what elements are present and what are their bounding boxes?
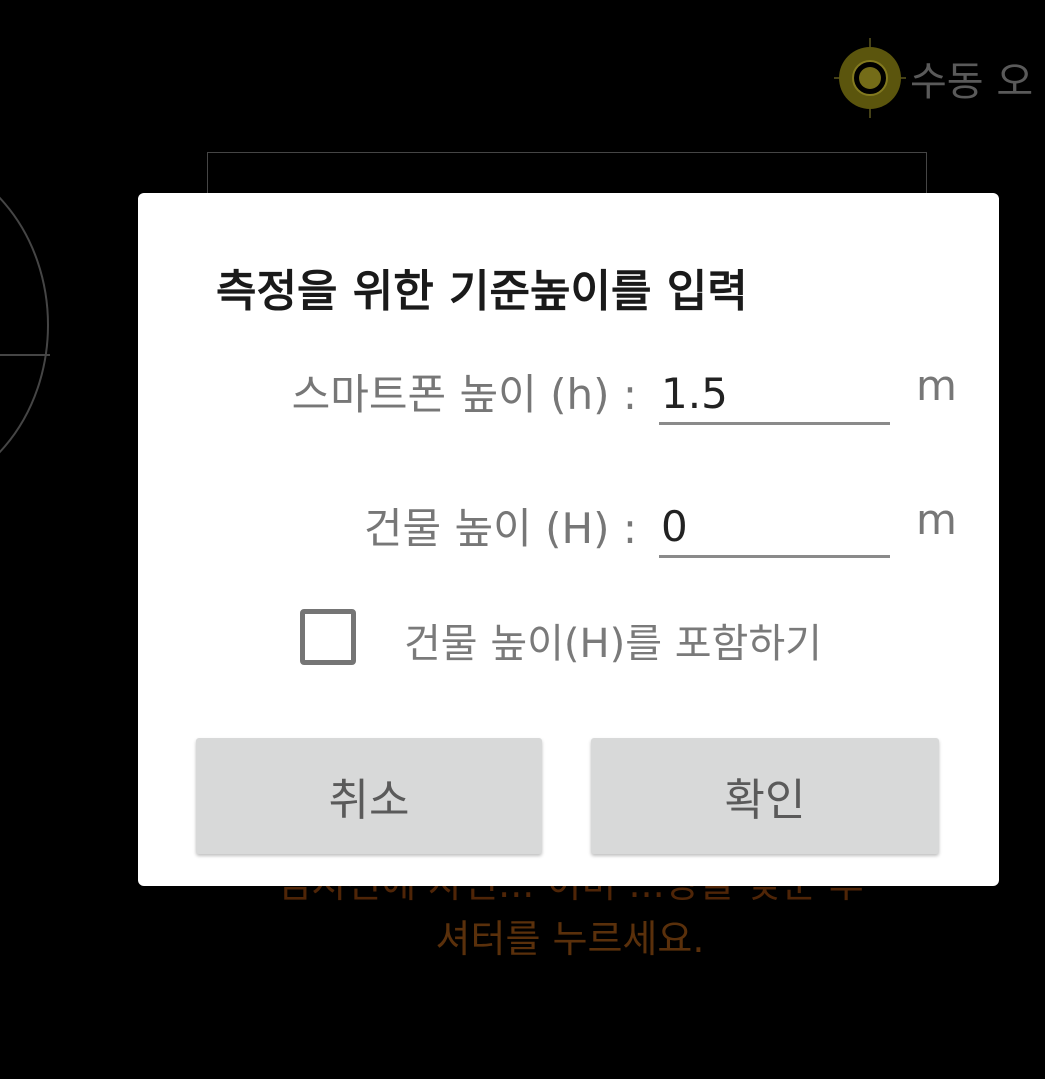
include-building-label[interactable]: 건물 높이(H)를 포함하기 bbox=[404, 611, 822, 669]
camera-screen: 수동 오 심지선에 자신... 이미 ...상을 맞춘 후 셔터를 누르세요. … bbox=[0, 0, 1045, 1079]
building-height-label: 건물 높이 (H) : bbox=[363, 504, 637, 553]
phone-height-unit: m bbox=[916, 361, 957, 410]
reference-height-dialog: 측정을 위한 기준높이를 입력 스마트폰 높이 (h) : m 건물 높이 (H… bbox=[138, 193, 999, 886]
include-building-checkbox[interactable] bbox=[300, 609, 356, 665]
phone-height-input[interactable] bbox=[659, 365, 890, 425]
building-height-input[interactable] bbox=[659, 498, 890, 558]
ok-button[interactable]: 확인 bbox=[591, 738, 939, 854]
dialog-title: 측정을 위한 기준높이를 입력 bbox=[216, 266, 748, 317]
cancel-button[interactable]: 취소 bbox=[196, 738, 542, 854]
phone-height-label: 스마트폰 높이 (h) : bbox=[291, 370, 637, 419]
building-height-unit: m bbox=[916, 495, 957, 544]
